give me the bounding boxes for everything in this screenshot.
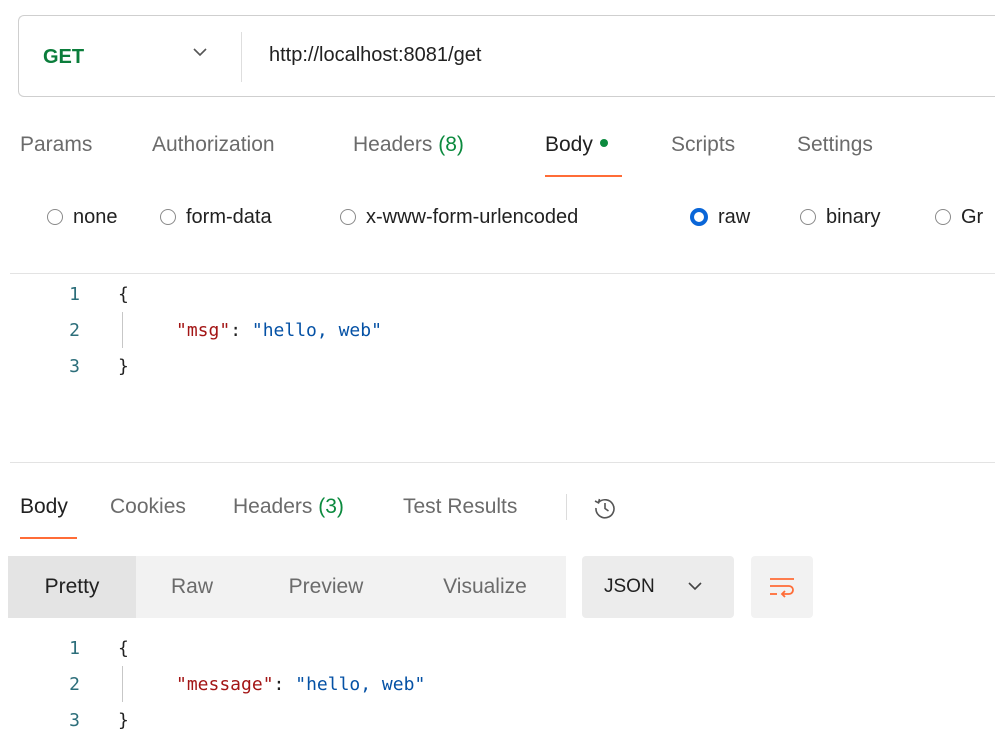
headers-count: (8) bbox=[438, 133, 464, 156]
radio-circle[interactable] bbox=[340, 209, 356, 225]
tab-headers[interactable]: Headers (8) bbox=[353, 133, 464, 157]
radio-label: Gr bbox=[961, 205, 984, 228]
response-tab-cookies[interactable]: Cookies bbox=[110, 495, 186, 519]
radio-circle-selected[interactable] bbox=[690, 208, 708, 226]
format-label: JSON bbox=[604, 576, 655, 597]
tab-authorization[interactable]: Authorization bbox=[152, 133, 275, 157]
request-url-bar: GET http://localhost:8081/get bbox=[18, 15, 995, 97]
radio-label: none bbox=[73, 205, 118, 228]
tab-params[interactable]: Params bbox=[20, 133, 92, 157]
view-preview[interactable]: Preview bbox=[248, 556, 404, 618]
tab-body-label: Body bbox=[545, 133, 593, 156]
line-number: 1 bbox=[69, 284, 80, 305]
tab-headers-label: Headers bbox=[353, 133, 433, 156]
response-tab-headers-label: Headers bbox=[233, 495, 313, 518]
chevron-down-icon[interactable] bbox=[191, 43, 209, 61]
radio-circle[interactable] bbox=[47, 209, 63, 225]
view-raw[interactable]: Raw bbox=[136, 556, 248, 618]
response-headers-count: (3) bbox=[318, 495, 344, 518]
wrap-lines-button[interactable] bbox=[751, 556, 813, 618]
chevron-down-icon bbox=[688, 582, 702, 591]
code-open-brace: { bbox=[118, 284, 129, 305]
code-open-brace: { bbox=[118, 638, 129, 659]
wrap-lines-icon bbox=[770, 578, 794, 598]
radio-label: x-www-form-urlencoded bbox=[366, 205, 579, 228]
radio-circle[interactable] bbox=[935, 209, 951, 225]
radio-none[interactable]: none bbox=[47, 204, 118, 230]
radio-x-www-form-urlencoded[interactable]: x-www-form-urlencoded bbox=[340, 204, 578, 230]
url-input[interactable]: http://localhost:8081/get bbox=[269, 44, 481, 67]
tab-scripts[interactable]: Scripts bbox=[671, 133, 735, 157]
url-divider bbox=[241, 32, 242, 82]
line-number: 1 bbox=[69, 638, 80, 659]
response-tab-headers[interactable]: Headers (3) bbox=[233, 495, 344, 519]
code-line: "message": "hello, web" bbox=[176, 674, 425, 695]
radio-graphql[interactable]: Gr bbox=[935, 204, 983, 230]
active-tab-indicator bbox=[545, 175, 622, 177]
response-tab-body[interactable]: Body bbox=[20, 495, 68, 519]
radio-raw[interactable]: raw bbox=[690, 204, 750, 230]
code-close-brace: } bbox=[118, 356, 129, 377]
tab-settings[interactable]: Settings bbox=[797, 133, 873, 157]
tab-separator bbox=[566, 494, 567, 520]
line-number: 3 bbox=[69, 710, 80, 731]
line-number: 2 bbox=[69, 674, 80, 695]
json-key: "msg" bbox=[176, 320, 231, 341]
indent-guide bbox=[122, 312, 123, 348]
json-value: "hello, web" bbox=[251, 320, 382, 341]
view-pretty[interactable]: Pretty bbox=[8, 556, 136, 618]
json-value: "hello, web" bbox=[295, 674, 426, 695]
history-icon[interactable] bbox=[590, 493, 620, 523]
radio-form-data[interactable]: form-data bbox=[160, 204, 272, 230]
indent-guide bbox=[122, 666, 123, 702]
method-select[interactable]: GET bbox=[43, 46, 84, 69]
response-active-tab-indicator bbox=[20, 537, 77, 539]
radio-label: raw bbox=[718, 205, 751, 228]
tab-body[interactable]: Body bbox=[545, 133, 608, 157]
view-visualize[interactable]: Visualize bbox=[404, 556, 566, 618]
json-colon: : bbox=[273, 674, 296, 695]
radio-label: form-data bbox=[186, 205, 272, 228]
line-number: 3 bbox=[69, 356, 80, 377]
body-modified-dot bbox=[599, 139, 608, 148]
json-key: "message" bbox=[176, 674, 274, 695]
radio-binary[interactable]: binary bbox=[800, 204, 880, 230]
radio-label: binary bbox=[826, 205, 881, 228]
format-dropdown[interactable]: JSON bbox=[582, 556, 734, 618]
code-line: "msg": "hello, web" bbox=[176, 320, 382, 341]
pane-divider[interactable] bbox=[10, 462, 995, 463]
divider bbox=[10, 273, 995, 274]
response-tab-test-results[interactable]: Test Results bbox=[403, 495, 517, 519]
line-number: 2 bbox=[69, 320, 80, 341]
json-colon: : bbox=[230, 320, 252, 341]
radio-circle[interactable] bbox=[160, 209, 176, 225]
code-close-brace: } bbox=[118, 710, 129, 731]
radio-circle[interactable] bbox=[800, 209, 816, 225]
